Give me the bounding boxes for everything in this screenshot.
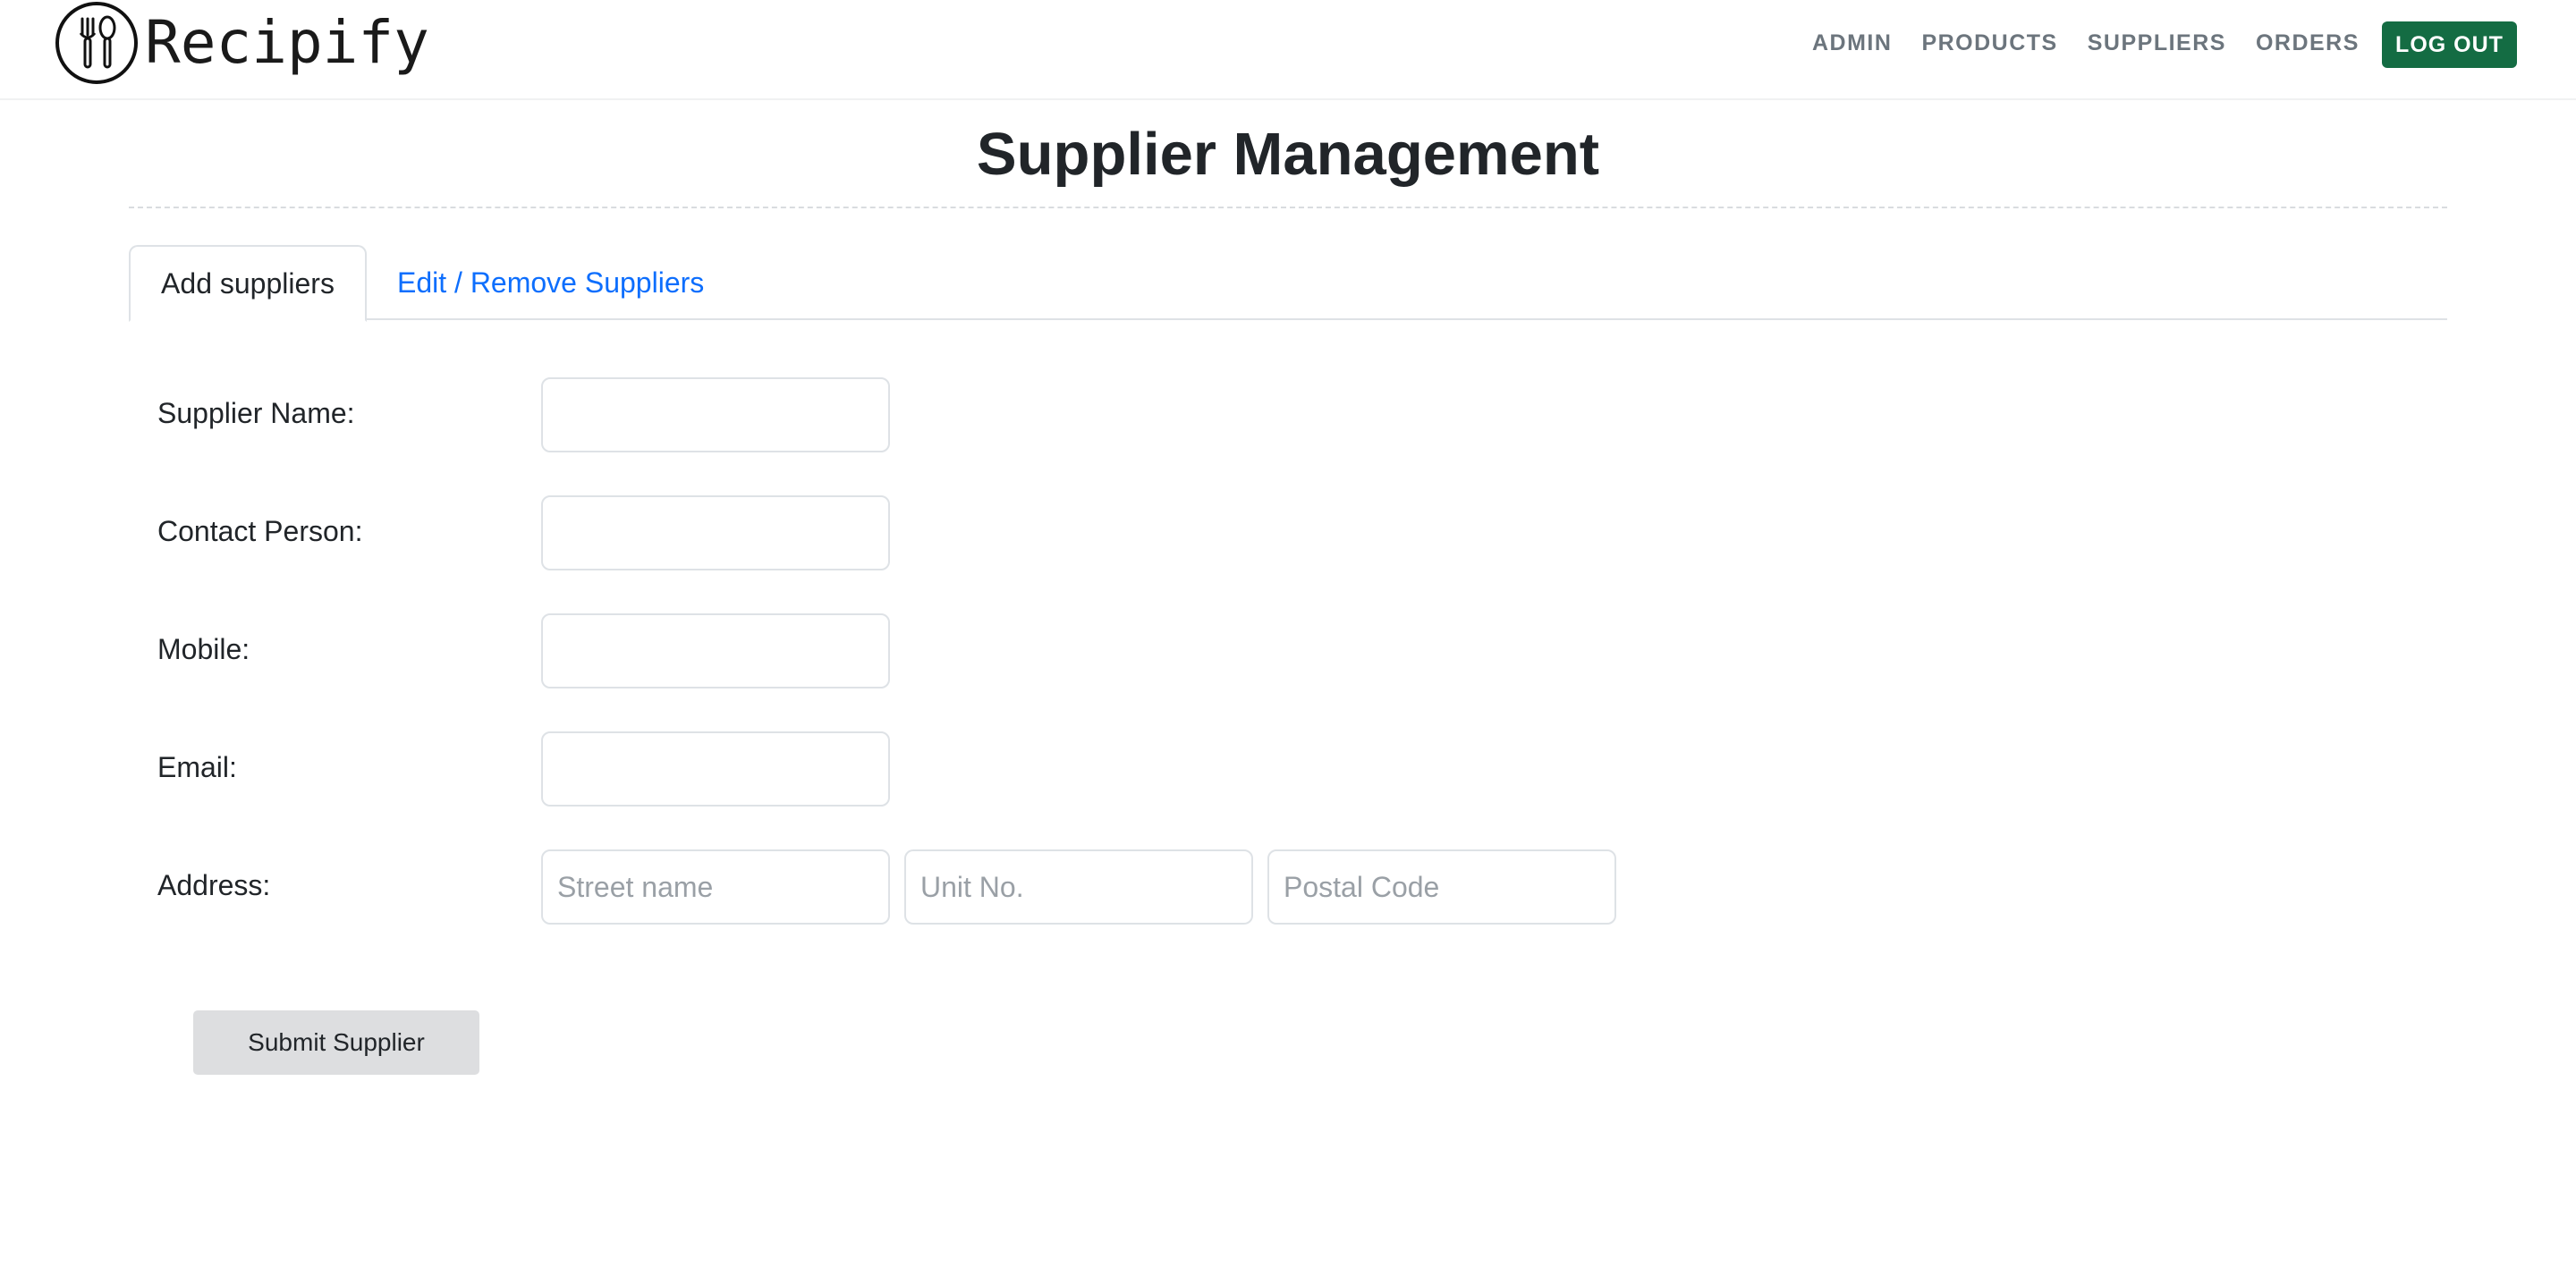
nav-links: ADMIN PRODUCTS SUPPLIERS ORDERS: [1812, 29, 2389, 57]
mobile-label: Mobile:: [157, 633, 250, 665]
nav-link-admin[interactable]: ADMIN: [1812, 30, 1892, 56]
navbar: Recipify ADMIN PRODUCTS SUPPLIERS ORDERS…: [0, 0, 2576, 100]
street-name-input[interactable]: [541, 849, 890, 925]
logout-button[interactable]: LOG OUT: [2382, 21, 2517, 68]
nav-link-orders[interactable]: ORDERS: [2256, 30, 2360, 56]
supplier-name-label: Supplier Name:: [157, 397, 355, 429]
nav-link-products[interactable]: PRODUCTS: [1921, 30, 2057, 56]
mobile-input[interactable]: [541, 613, 890, 688]
page-title: Supplier Management: [976, 121, 1600, 188]
brand[interactable]: Recipify: [55, 0, 429, 86]
postal-code-input[interactable]: [1267, 849, 1616, 925]
address-label: Address:: [157, 869, 271, 901]
contact-person-label: Contact Person:: [157, 515, 363, 547]
email-label: Email:: [157, 751, 237, 783]
nav-link-suppliers[interactable]: SUPPLIERS: [2088, 30, 2226, 56]
title-divider: [129, 207, 2447, 208]
email-input[interactable]: [541, 731, 890, 807]
supplier-name-input[interactable]: [541, 377, 890, 452]
contact-person-input[interactable]: [541, 495, 890, 570]
brand-name: Recipify: [145, 8, 429, 77]
tab-add-suppliers[interactable]: Add suppliers: [129, 245, 367, 322]
unit-no-input[interactable]: [904, 849, 1253, 925]
tab-edit-remove-suppliers[interactable]: Edit / Remove Suppliers: [397, 245, 704, 320]
tab-bar: Add suppliers Edit / Remove Suppliers: [129, 245, 2447, 322]
fork-spoon-icon: [55, 2, 138, 84]
submit-supplier-button[interactable]: Submit Supplier: [193, 1010, 479, 1075]
